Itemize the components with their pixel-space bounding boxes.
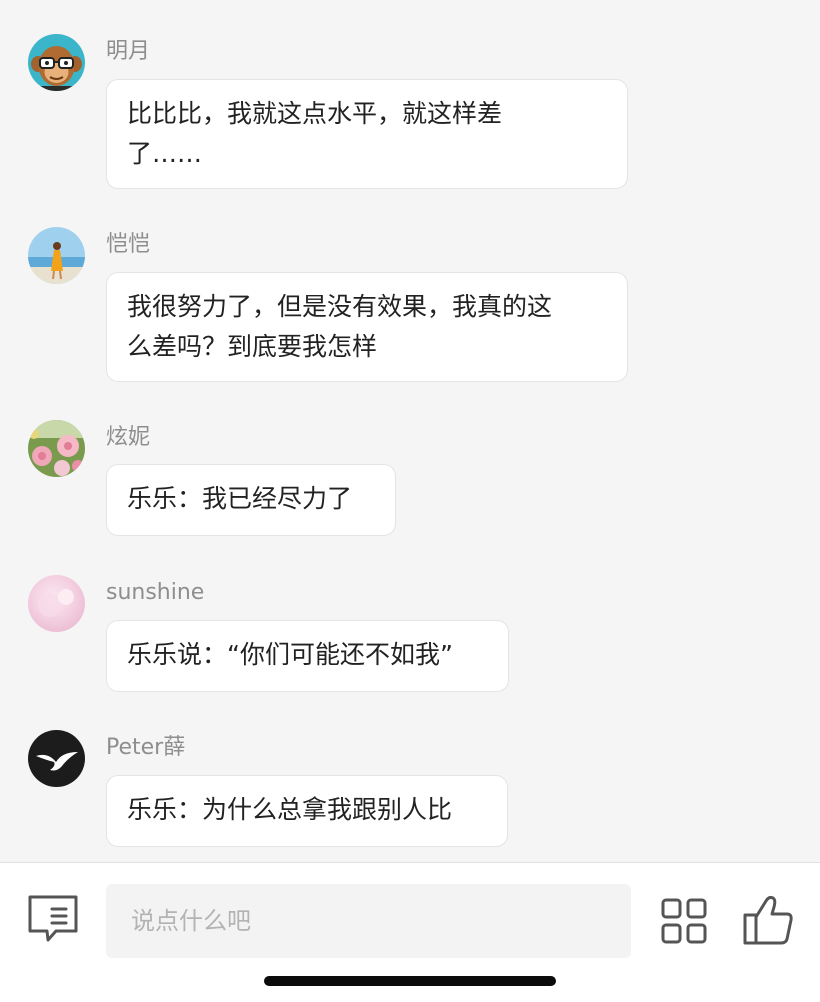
- message-text-line: 乐乐：我已经尽力了: [127, 484, 353, 513]
- message-bubble[interactable]: 乐乐：我已经尽力了: [106, 464, 396, 536]
- home-indicator: [264, 976, 556, 986]
- pink-blur-avatar[interactable]: [28, 575, 85, 632]
- username[interactable]: Peter薛: [106, 735, 185, 761]
- bottom-input-bar: 说点什么吧: [0, 862, 820, 1002]
- message-text-line: 乐乐说：“你们可能还不如我”: [127, 640, 453, 669]
- beach-photo-avatar[interactable]: [28, 227, 85, 284]
- grid-icon[interactable]: [660, 897, 708, 945]
- message-text-line: 比比比，我就这点水平，就这样差: [127, 99, 503, 128]
- message-bubble[interactable]: 我很努力了，但是没有效果，我真的这 么差吗？到底要我怎样: [106, 272, 628, 382]
- message-text-line: 乐乐：为什么总拿我跟别人比: [127, 795, 453, 824]
- monkey-glasses-avatar[interactable]: [28, 34, 85, 91]
- message-text-line: 了……: [127, 139, 203, 168]
- message-text-line: 我很努力了，但是没有效果，我真的这: [127, 292, 553, 321]
- thumbs-up-icon[interactable]: [742, 893, 794, 947]
- username[interactable]: sunshine: [106, 580, 204, 606]
- comment-input[interactable]: 说点什么吧: [106, 884, 631, 958]
- message-bubble[interactable]: 比比比，我就这点水平，就这样差 了……: [106, 79, 628, 189]
- username[interactable]: 恺恺: [106, 232, 150, 258]
- flowers-avatar[interactable]: [28, 420, 85, 477]
- comment-icon[interactable]: [26, 893, 80, 945]
- username[interactable]: 明月: [106, 39, 150, 65]
- message-bubble[interactable]: 乐乐说：“你们可能还不如我”: [106, 620, 509, 692]
- message-bubble[interactable]: 乐乐：为什么总拿我跟别人比: [106, 775, 508, 847]
- bird-logo-avatar[interactable]: [28, 730, 85, 787]
- message-text-line: 么差吗？到底要我怎样: [127, 332, 378, 361]
- username[interactable]: 炫妮: [106, 425, 150, 451]
- chat-message-list[interactable]: 明月 比比比，我就这点水平，就这样差 了…… 恺恺 我很努力了，但是没有效果，我…: [0, 0, 820, 862]
